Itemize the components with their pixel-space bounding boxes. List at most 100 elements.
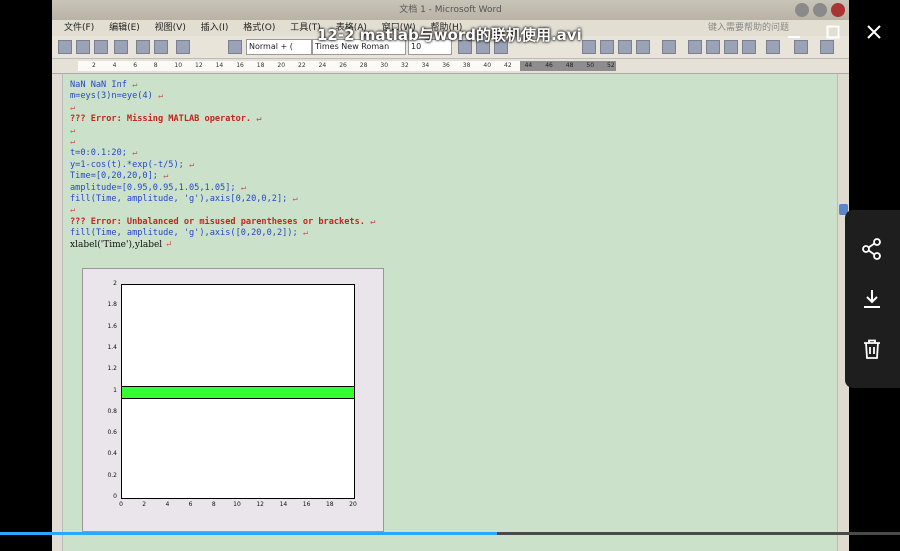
ruler-tick-label: 16 — [236, 62, 244, 69]
ruler-tick-label: 32 — [401, 62, 409, 69]
ruler-tick-label: 20 — [277, 62, 286, 69]
document-line: fill(Time, amplitude, 'g'),axis([0,20,0,… — [70, 228, 308, 239]
numbering-icon — [688, 40, 702, 54]
document-line: m=eys(3)n=eye(4) ↵ — [70, 91, 163, 102]
word-minimize-icon — [795, 3, 809, 17]
x-tick-label: 0 — [119, 501, 123, 508]
style-dropdown: Normal + ( — [246, 39, 312, 55]
ruler-tick-label: 8 — [153, 62, 158, 69]
line-text: NaN NaN Inf — [70, 80, 127, 90]
document-line: ↵ — [70, 126, 75, 137]
paragraph-mark-icon: ↵ — [183, 159, 195, 170]
document-line: fill(Time, amplitude, 'g'),axis[0,20,0,2… — [70, 194, 298, 205]
paragraph-mark-icon: ↵ — [152, 91, 164, 102]
format-icon — [820, 40, 834, 54]
document-line: ↵ — [70, 205, 75, 216]
line-text: ??? Error: Unbalanced or misused parenth… — [70, 216, 365, 227]
y-tick-label: 2 — [113, 280, 117, 287]
ruler-tick-label: 22 — [298, 62, 306, 69]
line-text: fill(Time, amplitude, 'g'),axis[0,20,0,2… — [70, 194, 288, 204]
document-line: y=1-cos(t).*exp(-t/5); ↵ — [70, 160, 194, 171]
download-button[interactable] — [858, 285, 886, 313]
download-icon — [864, 290, 880, 308]
align-left-icon — [582, 40, 596, 54]
paragraph-mark-icon: ↵ — [297, 228, 309, 239]
word-maximize-icon — [813, 3, 827, 17]
minimize-button[interactable] — [784, 22, 804, 42]
ruler-margin: 44 46 48 50 52 — [520, 61, 616, 71]
video-title: 12-2 matlab与word的联机使用.avi — [317, 26, 582, 44]
video-progress-bar[interactable] — [0, 532, 900, 535]
word-window-title: 文档 1 - Microsoft Word — [52, 0, 849, 20]
x-tick-label: 2 — [142, 501, 147, 508]
plot-axes — [121, 284, 355, 499]
menu-item: 编辑(E) — [109, 23, 140, 33]
line-text: y=1-cos(t).*exp(-t/5); — [70, 159, 184, 170]
ruler-tick-label: 24 — [318, 62, 327, 69]
font-color-icon — [794, 40, 808, 54]
y-tick-label: 1.4 — [107, 343, 117, 351]
open-icon — [76, 40, 90, 54]
line-spacing-icon — [662, 40, 676, 54]
ruler-tick-label: 12 — [195, 62, 203, 69]
video-progress-fill — [0, 532, 497, 535]
y-tick-label: 0 — [113, 493, 117, 500]
word-close-icon — [831, 3, 845, 17]
close-button[interactable] — [864, 22, 884, 42]
x-tick-label: 10 — [233, 501, 241, 508]
maximize-button[interactable] — [823, 22, 843, 42]
ruler-tick-label: 42 — [504, 62, 512, 69]
align-center-icon — [600, 40, 614, 54]
paragraph-mark-icon: ↵ — [70, 102, 76, 113]
delete-button[interactable] — [858, 335, 886, 363]
permission-icon — [114, 40, 128, 54]
share-icon — [862, 238, 881, 260]
x-tick-label: 4 — [165, 501, 170, 508]
ruler-tick-label: 50 — [586, 62, 595, 69]
increase-indent-icon — [742, 40, 756, 54]
menu-item: 插入(I) — [200, 23, 229, 33]
trash-icon — [864, 339, 880, 359]
y-tick-label: 1 — [113, 386, 117, 394]
line-text: t=0:0.1:20; — [70, 148, 127, 159]
ruler-tick-label: 18 — [256, 62, 265, 69]
maximize-icon — [826, 25, 840, 39]
ruler-tick-label: 34 — [421, 62, 430, 69]
bullets-icon — [706, 40, 720, 54]
filled-band — [122, 386, 354, 399]
align-right-icon — [618, 40, 632, 54]
new-doc-icon — [58, 40, 72, 54]
styles-icon — [228, 40, 242, 54]
share-button[interactable] — [858, 235, 886, 263]
print-icon — [136, 40, 150, 54]
highlight-icon — [766, 40, 780, 54]
paragraph-mark-icon: ↵ — [126, 148, 138, 159]
ruler-tick-label: 48 — [565, 62, 574, 69]
x-tick-label: 20 — [349, 501, 357, 508]
matlab-figure: 0 0.2 0.4 0.6 0.8 1 1.2 1.4 1.6 1.8 2 0 2 4 6 8 10 12 14 1… — [82, 268, 384, 532]
document-line: NaN NaN Inf ↵ — [70, 80, 137, 91]
line-text: xlabel('Time'),ylabel — [70, 239, 163, 250]
ruler-tick-label: 4 — [112, 62, 117, 69]
minimize-icon — [788, 36, 800, 38]
document-line: ↵ — [70, 137, 75, 148]
paragraph-mark-icon: ↵ — [251, 114, 262, 125]
vertical-ruler — [52, 74, 63, 551]
document-line: ??? Error: Unbalanced or misused parenth… — [70, 217, 375, 228]
document-line: t=0:0.1:20; ↵ — [70, 148, 137, 159]
y-tick-label: 1.8 — [107, 301, 117, 309]
paragraph-mark-icon: ↵ — [126, 80, 138, 90]
ruler-tick-label: 44 — [524, 62, 533, 69]
document-line: Time=[0,20,20,0]; ↵ — [70, 171, 168, 182]
print-preview-icon — [154, 40, 168, 54]
ruler-tick-label: 14 — [215, 62, 224, 69]
paragraph-mark-icon: ↵ — [70, 205, 76, 216]
paragraph-mark-icon: ↵ — [162, 239, 173, 250]
spelling-icon — [176, 40, 190, 54]
menu-item: 格式(O) — [243, 23, 276, 33]
ruler-tick-label: 6 — [133, 62, 138, 69]
x-tick-label: 8 — [211, 501, 216, 508]
document-line: ↵ — [70, 103, 75, 114]
line-text: fill(Time, amplitude, 'g'),axis([0,20,0,… — [70, 228, 298, 239]
y-tick-label: 1.6 — [107, 322, 117, 330]
